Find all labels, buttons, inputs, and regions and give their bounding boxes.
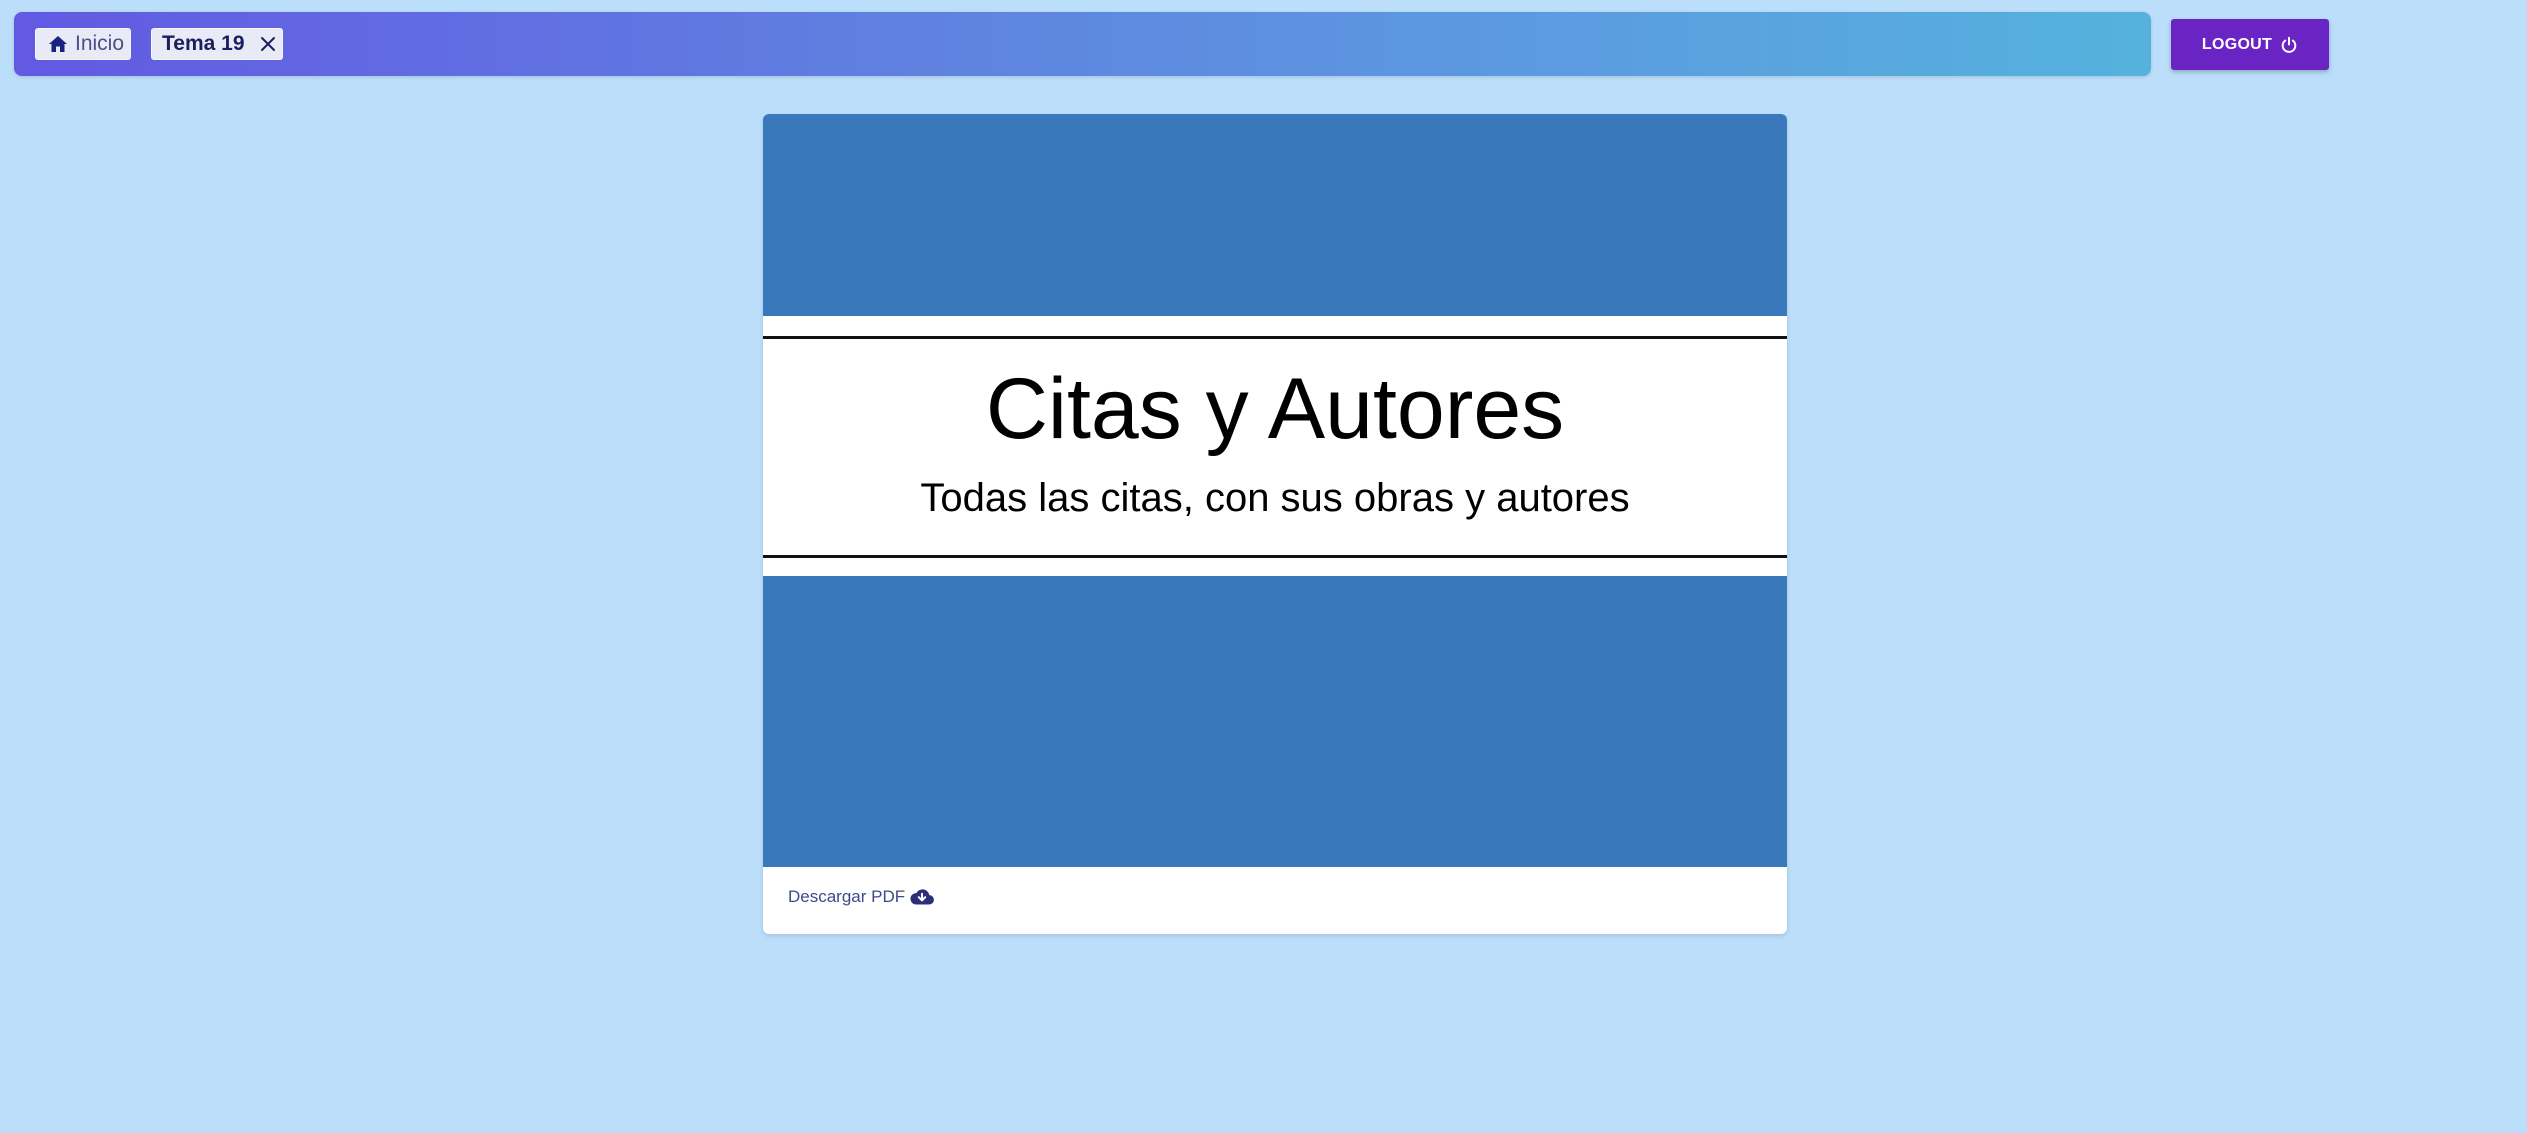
power-icon xyxy=(2281,36,2297,53)
document-title: Citas y Autores xyxy=(985,361,1565,457)
tab-tema-label: Tema 19 xyxy=(162,32,245,55)
close-icon[interactable] xyxy=(259,35,277,53)
document-subtitle: Todas las citas, con sus obras y autores xyxy=(920,476,1630,520)
top-navigation-bar: Inicio Tema 19 xyxy=(14,12,2151,76)
home-chip-label: Inicio xyxy=(75,32,125,55)
cloud-download-icon xyxy=(910,889,935,905)
home-chip[interactable]: Inicio xyxy=(35,28,131,60)
document-card: Citas y Autores Todas las citas, con sus… xyxy=(763,114,1787,934)
download-pdf-link[interactable]: Descargar PDF xyxy=(788,887,935,907)
home-icon xyxy=(49,36,67,52)
logout-button[interactable]: LOGOUT xyxy=(2171,19,2329,70)
cover-divider-top xyxy=(763,336,1787,339)
tab-tema[interactable]: Tema 19 xyxy=(151,28,283,60)
cover-bottom-band xyxy=(763,576,1787,867)
logout-label: LOGOUT xyxy=(2201,35,2273,53)
cover-divider-bottom xyxy=(763,555,1787,558)
cover-top-band xyxy=(763,114,1787,316)
download-pdf-label: Descargar PDF xyxy=(788,887,906,906)
